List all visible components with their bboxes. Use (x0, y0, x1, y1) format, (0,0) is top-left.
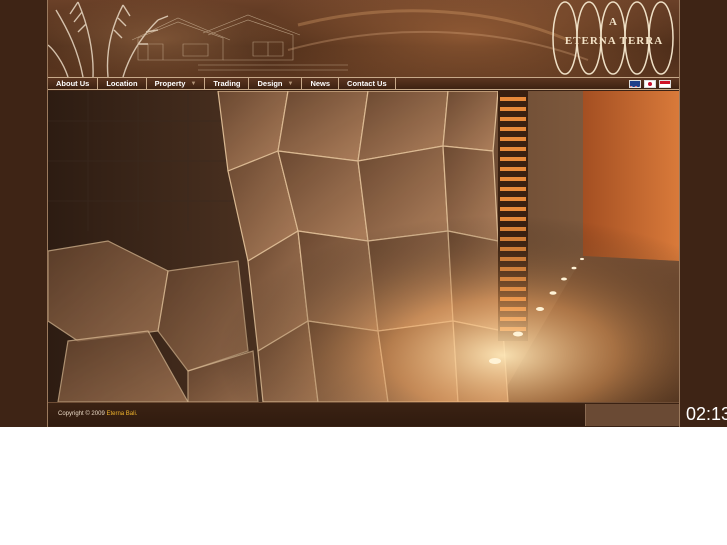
footer: Copyright © 2009 Eterna Bali. (48, 402, 679, 426)
site-container: A ETERNA TERRA About Us Location Propert… (47, 0, 680, 427)
nav-location[interactable]: Location (98, 78, 147, 89)
nav-property[interactable]: Property ▼ (147, 78, 206, 89)
nav-about-us[interactable]: About Us (48, 78, 99, 89)
clock-display: 02:13 (686, 404, 727, 424)
footer-brand-link[interactable]: Eterna Bali. (106, 411, 137, 417)
chevron-down-icon: ▼ (287, 80, 294, 87)
nav-contact-us[interactable]: Contact Us (339, 78, 396, 89)
header-banner: A ETERNA TERRA (48, 0, 679, 77)
flag-uk-icon[interactable] (629, 80, 641, 88)
hero-image-stone-wall (48, 91, 679, 402)
flag-japan-icon[interactable] (644, 80, 656, 88)
chevron-down-icon: ▼ (190, 80, 197, 87)
copyright-text: Copyright © 2009 Eterna Bali. (58, 411, 138, 417)
nav-design[interactable]: Design ▼ (249, 78, 303, 89)
logo-text: ETERNA TERRA (564, 35, 664, 47)
nav-news[interactable]: News (302, 78, 340, 89)
logo-letter: A (609, 16, 617, 28)
flag-indonesia-icon[interactable] (659, 80, 671, 88)
nav-trading[interactable]: Trading (205, 78, 250, 89)
footer-panel (585, 404, 679, 426)
language-selector (629, 80, 671, 88)
main-navigation: About Us Location Property ▼ Trading Desi… (48, 77, 679, 90)
